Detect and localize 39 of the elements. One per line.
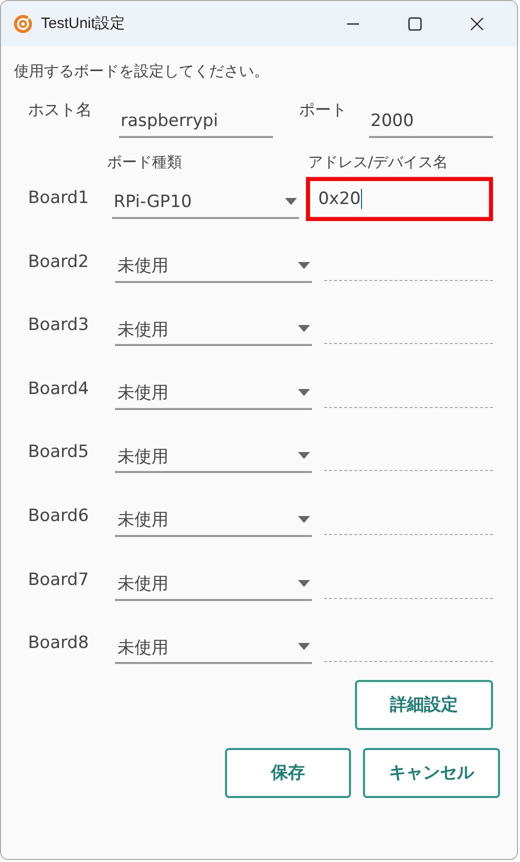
board-label: Board8 bbox=[28, 633, 90, 654]
target-icon bbox=[13, 14, 33, 34]
advanced-settings-button[interactable]: 詳細設定 bbox=[355, 680, 493, 730]
board-label: Board2 bbox=[28, 252, 90, 272]
maximize-icon[interactable] bbox=[407, 16, 423, 32]
dropdown-arrow-icon bbox=[298, 388, 310, 397]
port-field[interactable]: 2000 bbox=[368, 111, 493, 138]
instruction-text: 使用するボードを設定してください。 bbox=[14, 62, 270, 82]
board-label: Board5 bbox=[28, 442, 90, 462]
board-type-dropdown[interactable]: 未使用 bbox=[115, 441, 312, 474]
board-type-dropdown[interactable]: 未使用 bbox=[115, 504, 312, 537]
board-type-dropdown[interactable]: 未使用 bbox=[115, 378, 312, 410]
board-label: Board6 bbox=[28, 506, 90, 526]
window-title: TestUnit設定 bbox=[41, 14, 126, 33]
cancel-button[interactable]: キャンセル bbox=[363, 748, 500, 798]
dropdown-arrow-icon bbox=[285, 198, 298, 206]
board-type-dropdown[interactable]: 未使用 bbox=[115, 568, 312, 601]
board-label: Board4 bbox=[28, 378, 90, 399]
dropdown-arrow-icon bbox=[298, 262, 310, 270]
dropdown-arrow-icon bbox=[298, 325, 310, 334]
host-field[interactable]: raspberrypi bbox=[118, 111, 273, 138]
board-type-dropdown[interactable]: 未使用 bbox=[115, 314, 312, 346]
board-type-dropdown[interactable]: 未使用 bbox=[115, 632, 312, 664]
dropdown-arrow-icon bbox=[298, 452, 310, 460]
close-icon[interactable] bbox=[469, 16, 485, 32]
board-type-dropdown[interactable]: RPi-GP10 bbox=[112, 187, 300, 219]
save-button[interactable]: 保存 bbox=[225, 748, 351, 798]
column-header: ボード種類 bbox=[107, 153, 183, 172]
dropdown-arrow-icon bbox=[298, 580, 310, 588]
board-label: Board3 bbox=[28, 315, 90, 336]
board-type-dropdown[interactable]: 未使用 bbox=[115, 250, 312, 283]
column-header: アドレス/デバイス名 bbox=[308, 153, 448, 172]
board-label: Board1 bbox=[28, 188, 90, 208]
board-label: Board7 bbox=[28, 570, 90, 590]
address-field[interactable]: 0x20 bbox=[306, 177, 493, 221]
dropdown-arrow-icon bbox=[298, 643, 310, 652]
port-label: ポート bbox=[298, 100, 348, 121]
host-label: ホスト名 bbox=[28, 100, 93, 121]
dropdown-arrow-icon bbox=[298, 516, 310, 524]
